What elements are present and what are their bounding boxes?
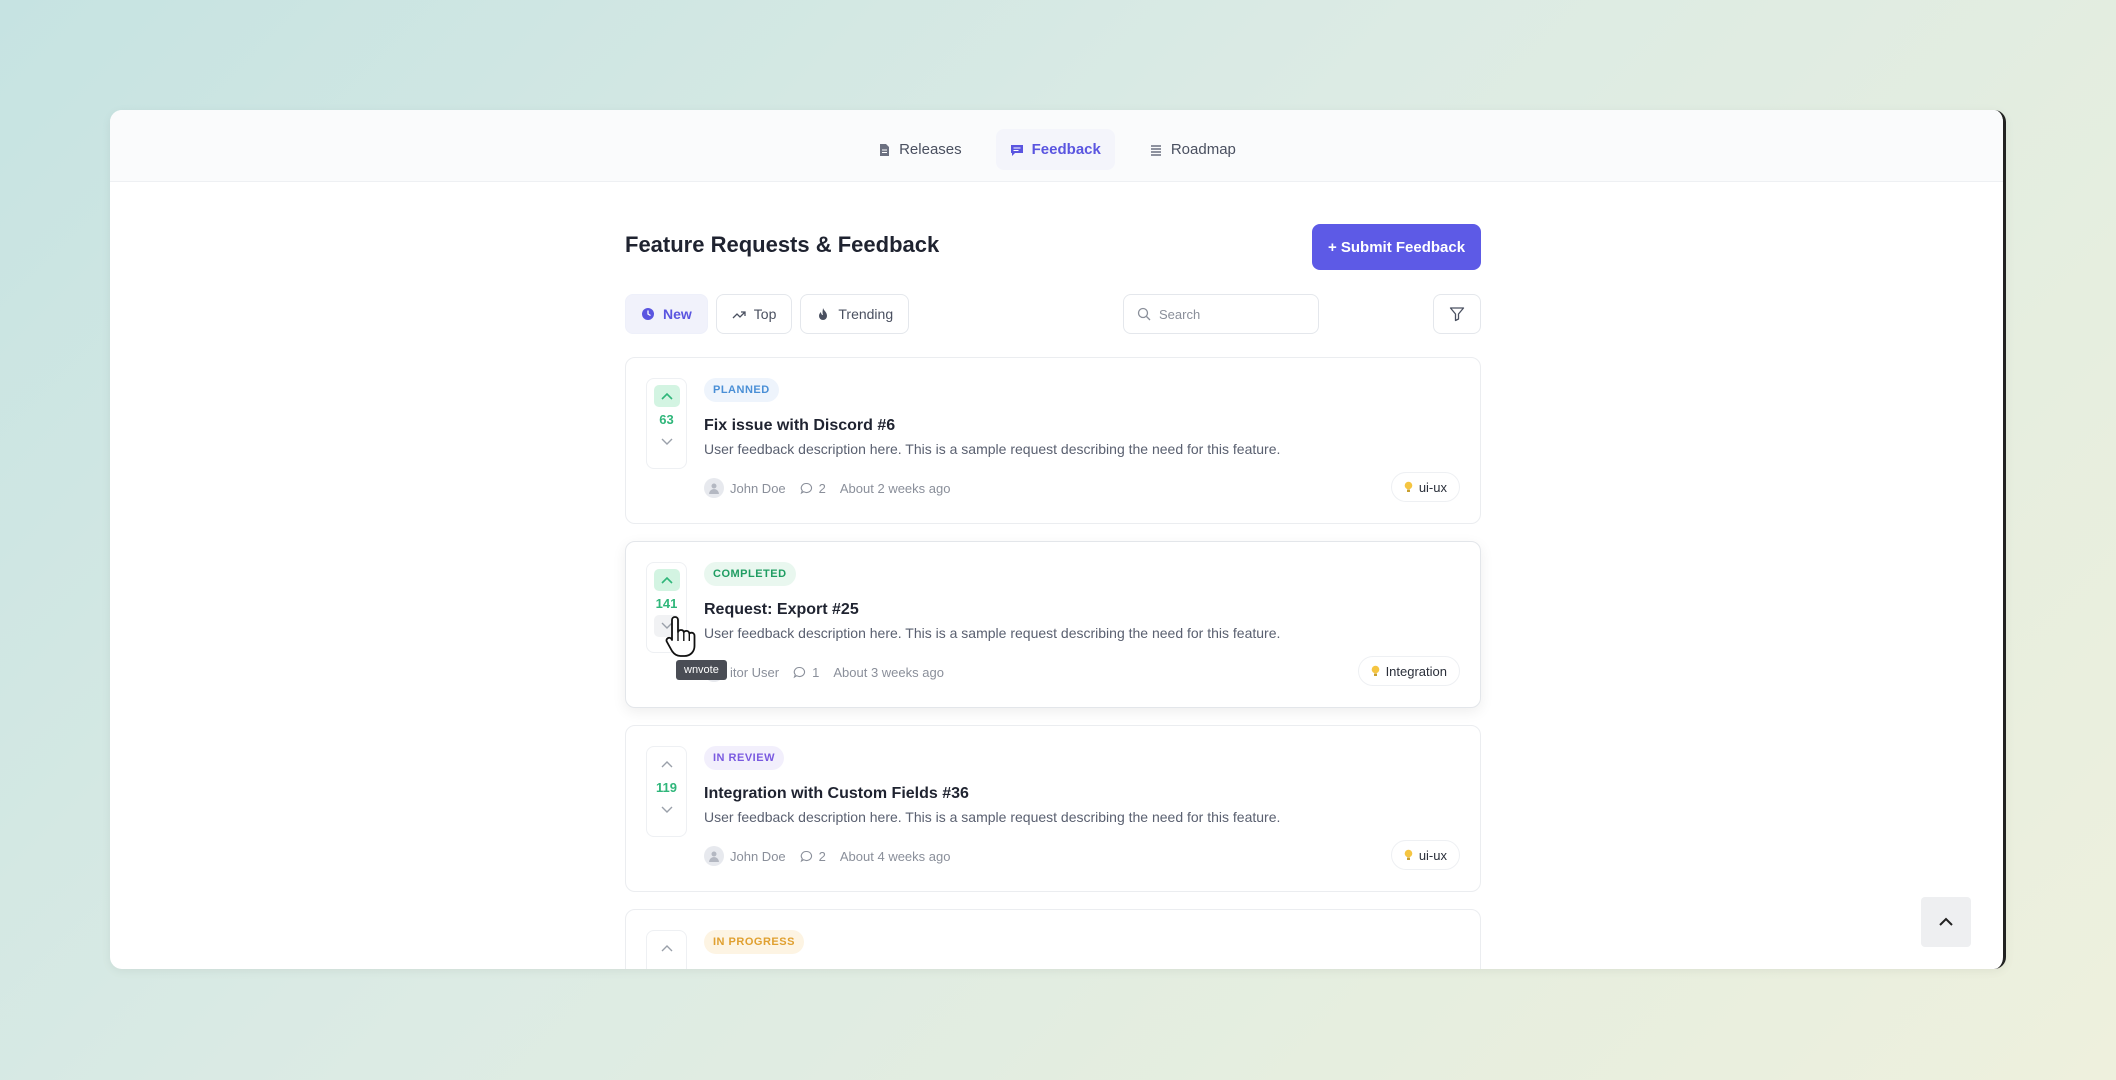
category-tag[interactable]: ui-ux xyxy=(1390,472,1460,502)
tab-feedback[interactable]: Feedback xyxy=(995,129,1115,170)
clock-icon xyxy=(642,308,654,320)
feedback-meta: itor User 1 About 3 weeks ago xyxy=(704,662,944,682)
feedback-title[interactable]: Request: Export #25 xyxy=(704,601,859,619)
funnel-icon xyxy=(1449,307,1465,322)
chevron-down-icon xyxy=(661,806,672,813)
timestamp: About 4 weeks ago xyxy=(839,848,951,864)
feedback-card[interactable]: 119 IN REVIEW Integration with Custom Fi… xyxy=(625,725,1481,892)
submit-feedback-button[interactable]: + Submit Feedback xyxy=(1312,224,1481,270)
filter-new-button[interactable]: New xyxy=(625,294,708,334)
filter-label: Trending xyxy=(838,306,894,322)
chevron-up-icon xyxy=(1939,917,1953,926)
tab-label: Roadmap xyxy=(1170,141,1236,158)
chevron-up-icon xyxy=(661,945,672,952)
sort-filters: New Top Trending xyxy=(625,294,910,334)
filter-options-button[interactable] xyxy=(1433,294,1481,334)
downvote-button[interactable] xyxy=(654,431,680,453)
author-name: itor User xyxy=(730,664,780,680)
feedback-description: User feedback description here. This is … xyxy=(704,625,1281,641)
status-badge: COMPLETED xyxy=(704,562,796,586)
feedback-meta: John Doe 2 About 2 weeks ago xyxy=(704,478,950,498)
app-window: Releases Feedback Roadmap Feature Reques… xyxy=(110,110,2006,969)
vote-widget xyxy=(646,930,687,969)
avatar xyxy=(704,846,724,866)
page-title: Feature Requests & Feedback xyxy=(625,232,940,257)
tab-label: Releases xyxy=(899,141,962,158)
tab-releases[interactable]: Releases xyxy=(863,129,976,170)
upvote-button[interactable] xyxy=(653,569,680,591)
pointer-hand-icon xyxy=(665,616,696,657)
timestamp: About 2 weeks ago xyxy=(839,480,951,496)
chevron-up-icon xyxy=(660,576,673,584)
lightbulb-icon xyxy=(1371,665,1379,676)
comment-count[interactable]: 2 xyxy=(800,481,826,496)
upvote-button[interactable] xyxy=(654,937,680,959)
status-badge: PLANNED xyxy=(704,378,779,402)
feedback-card[interactable]: 141 COMPLETED Request: Export #25 User f… xyxy=(625,541,1481,708)
timestamp: About 3 weeks ago xyxy=(833,664,944,680)
tab-roadmap[interactable]: Roadmap xyxy=(1135,129,1250,170)
tag-label: Integration xyxy=(1385,663,1447,679)
feedback-description: User feedback description here. This is … xyxy=(704,441,1281,457)
upvote-button[interactable] xyxy=(653,385,680,407)
search-input[interactable] xyxy=(1159,306,1309,322)
author-name: John Doe xyxy=(730,480,786,496)
top-navigation: Releases Feedback Roadmap xyxy=(110,110,2003,182)
feedback-card[interactable]: 63 PLANNED Fix issue with Discord #6 Use… xyxy=(625,357,1481,524)
search-icon xyxy=(1137,307,1151,321)
tag-label: ui-ux xyxy=(1418,479,1447,495)
comment-count[interactable]: 1 xyxy=(793,665,819,680)
tag-label: ui-ux xyxy=(1418,847,1447,863)
feedback-list: 63 PLANNED Fix issue with Discord #6 Use… xyxy=(625,357,1481,969)
vote-count: 141 xyxy=(655,596,678,611)
status-badge: IN PROGRESS xyxy=(704,930,804,954)
comment-count-value: 1 xyxy=(812,664,820,680)
lightbulb-icon xyxy=(1404,849,1413,860)
category-tag[interactable]: Integration xyxy=(1357,656,1460,686)
downvote-button[interactable] xyxy=(654,799,680,821)
upvote-button[interactable] xyxy=(654,753,680,775)
chevron-up-icon xyxy=(660,392,673,400)
page-header: Feature Requests & Feedback + Submit Fee… xyxy=(615,182,1481,272)
lightbulb-icon xyxy=(1404,481,1413,492)
comment-icon xyxy=(800,850,812,862)
feedback-title[interactable]: Integration with Custom Fields #36 xyxy=(704,785,969,803)
filter-label: Top xyxy=(753,306,777,322)
vote-widget: 63 xyxy=(646,378,687,469)
filter-label: New xyxy=(663,306,692,322)
vote-widget: 119 xyxy=(646,746,687,837)
comment-icon xyxy=(793,666,806,678)
tab-label: Feedback xyxy=(1031,141,1101,158)
feedback-title[interactable]: Fix issue with Discord #6 xyxy=(704,417,895,435)
status-badge: IN REVIEW xyxy=(704,746,784,770)
search-field[interactable] xyxy=(1123,294,1319,334)
comment-count[interactable]: 2 xyxy=(800,849,826,864)
author: John Doe xyxy=(704,846,786,866)
user-icon xyxy=(709,483,719,494)
user-icon xyxy=(709,851,719,862)
comment-icon xyxy=(800,482,812,494)
comment-count-value: 2 xyxy=(818,480,826,496)
feedback-meta: John Doe 2 About 4 weeks ago xyxy=(704,846,950,866)
scroll-to-top-button[interactable] xyxy=(1921,897,1971,947)
message-icon xyxy=(1010,144,1023,156)
trending-up-icon xyxy=(732,311,746,319)
avatar xyxy=(704,478,724,498)
chevron-down-icon xyxy=(661,438,672,445)
document-icon xyxy=(880,143,890,156)
vote-count: 63 xyxy=(659,412,674,427)
filter-trending-button[interactable]: Trending xyxy=(800,294,910,334)
feedback-description: User feedback description here. This is … xyxy=(704,809,1281,825)
downvote-tooltip: wnvote xyxy=(676,660,727,680)
author-name: John Doe xyxy=(730,848,786,864)
category-tag[interactable]: ui-ux xyxy=(1390,840,1460,870)
flame-icon xyxy=(819,308,828,320)
vote-count: 119 xyxy=(656,780,677,795)
chevron-up-icon xyxy=(661,761,672,768)
comment-count-value: 2 xyxy=(818,848,826,864)
author: John Doe xyxy=(704,478,786,498)
filter-top-button[interactable]: Top xyxy=(715,294,793,334)
list-icon xyxy=(1150,144,1161,156)
feedback-card[interactable]: IN PROGRESS xyxy=(625,909,1481,969)
